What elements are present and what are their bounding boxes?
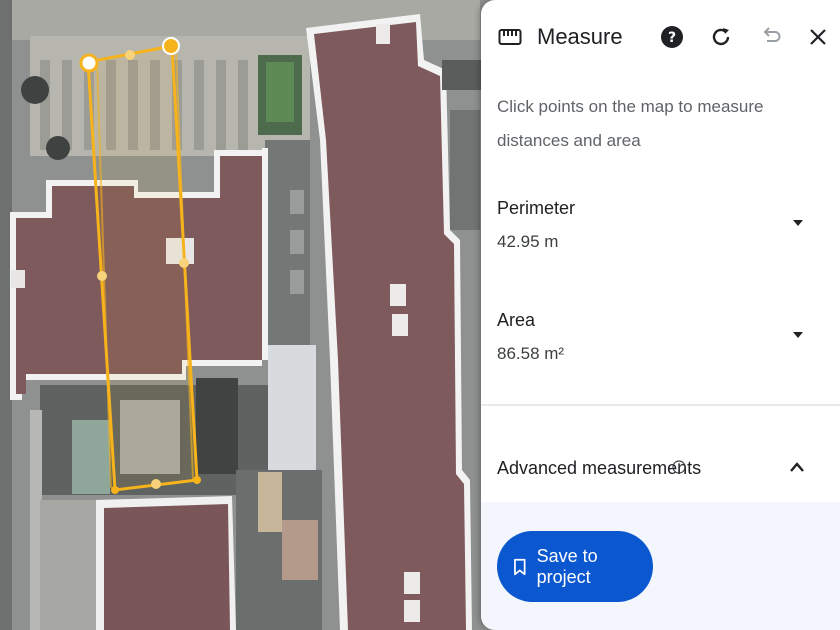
close-icon: [810, 29, 826, 45]
undo-button[interactable]: [756, 22, 784, 52]
help-icon: ?: [661, 26, 683, 48]
instructions-text: Click points on the map to measure dista…: [497, 97, 764, 150]
chevron-up-icon[interactable]: [788, 460, 806, 474]
svg-text:?: ?: [668, 30, 676, 46]
perimeter-label: Perimeter: [497, 198, 576, 218]
measure-panel: Measure ? Click points on the map to mea…: [481, 0, 840, 630]
refresh-button[interactable]: [707, 22, 735, 52]
save-to-project-button[interactable]: Save to project: [497, 531, 653, 602]
advanced-measurements-label: Advanced measurements: [497, 458, 702, 478]
area-label: Area: [497, 310, 536, 330]
panel-footer: Save to project: [481, 502, 840, 630]
section-divider: [481, 404, 840, 406]
area-value: 86.58 m²: [497, 344, 565, 363]
perimeter-row[interactable]: Perimeter 42.95 m: [481, 198, 840, 278]
undo-icon: [763, 27, 781, 42]
panel-header: Measure ?: [481, 0, 840, 76]
help-button[interactable]: ?: [658, 22, 686, 52]
ruler-icon: [498, 29, 522, 45]
panel-title: Measure: [537, 24, 623, 49]
perimeter-value: 42.95 m: [497, 232, 559, 251]
advanced-measurements-row[interactable]: Advanced measurements: [481, 440, 840, 502]
bookmark-icon: [514, 558, 526, 575]
area-row[interactable]: Area 86.58 m²: [481, 310, 840, 390]
info-icon[interactable]: [672, 460, 686, 474]
dropdown-caret-icon[interactable]: [790, 214, 806, 230]
save-button-label: Save to project: [536, 545, 598, 587]
refresh-icon: [712, 28, 730, 46]
close-button[interactable]: [804, 22, 832, 52]
dropdown-caret-icon[interactable]: [790, 326, 806, 342]
